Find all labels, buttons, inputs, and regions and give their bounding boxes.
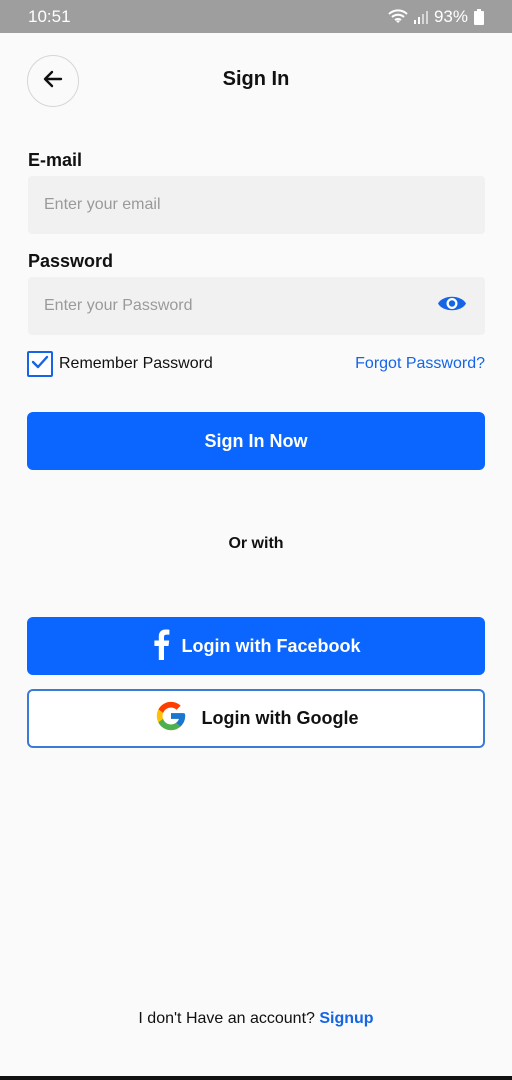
wifi-icon	[388, 8, 408, 25]
remember-password-toggle[interactable]: Remember Password	[27, 351, 213, 377]
password-placeholder: Enter your Password	[44, 297, 193, 314]
battery-icon	[474, 8, 484, 25]
navigation-bar	[0, 1076, 512, 1080]
facebook-login-button[interactable]: Login with Facebook	[27, 617, 485, 675]
google-login-label: Login with Google	[201, 708, 359, 728]
facebook-login-label: Login with Facebook	[181, 635, 361, 656]
signup-prompt-text: I don't Have an account?	[138, 1010, 320, 1027]
remember-checkbox[interactable]	[27, 351, 53, 377]
page-title: Sign In	[222, 68, 290, 90]
remember-row: Remember Password Forgot Password?	[27, 350, 485, 378]
google-login-button[interactable]: Login with Google	[27, 689, 485, 748]
sign-in-button[interactable]: Sign In Now	[27, 412, 485, 470]
password-field[interactable]: Enter your Password	[28, 277, 485, 335]
status-bar: 10:51 93%	[0, 0, 512, 33]
status-icons: 93%	[388, 7, 484, 27]
facebook-icon	[152, 628, 170, 665]
email-field[interactable]: Enter your email	[28, 176, 485, 234]
google-icon	[154, 699, 188, 738]
battery-level: 93%	[433, 6, 468, 26]
email-placeholder: Enter your email	[44, 196, 161, 213]
signup-prompt: I don't Have an account? Signup	[0, 1010, 512, 1028]
eye-icon[interactable]	[437, 294, 467, 319]
divider-text: Or with	[228, 535, 284, 552]
email-label: E-mail	[28, 150, 83, 170]
password-label: Password	[28, 251, 114, 271]
forgot-password-link[interactable]: Forgot Password?	[355, 355, 485, 373]
checkmark-icon	[31, 355, 49, 374]
status-time: 10:51	[28, 6, 71, 26]
signup-link[interactable]: Signup	[319, 1010, 373, 1027]
remember-label: Remember Password	[59, 355, 213, 372]
signal-icon	[413, 10, 428, 24]
